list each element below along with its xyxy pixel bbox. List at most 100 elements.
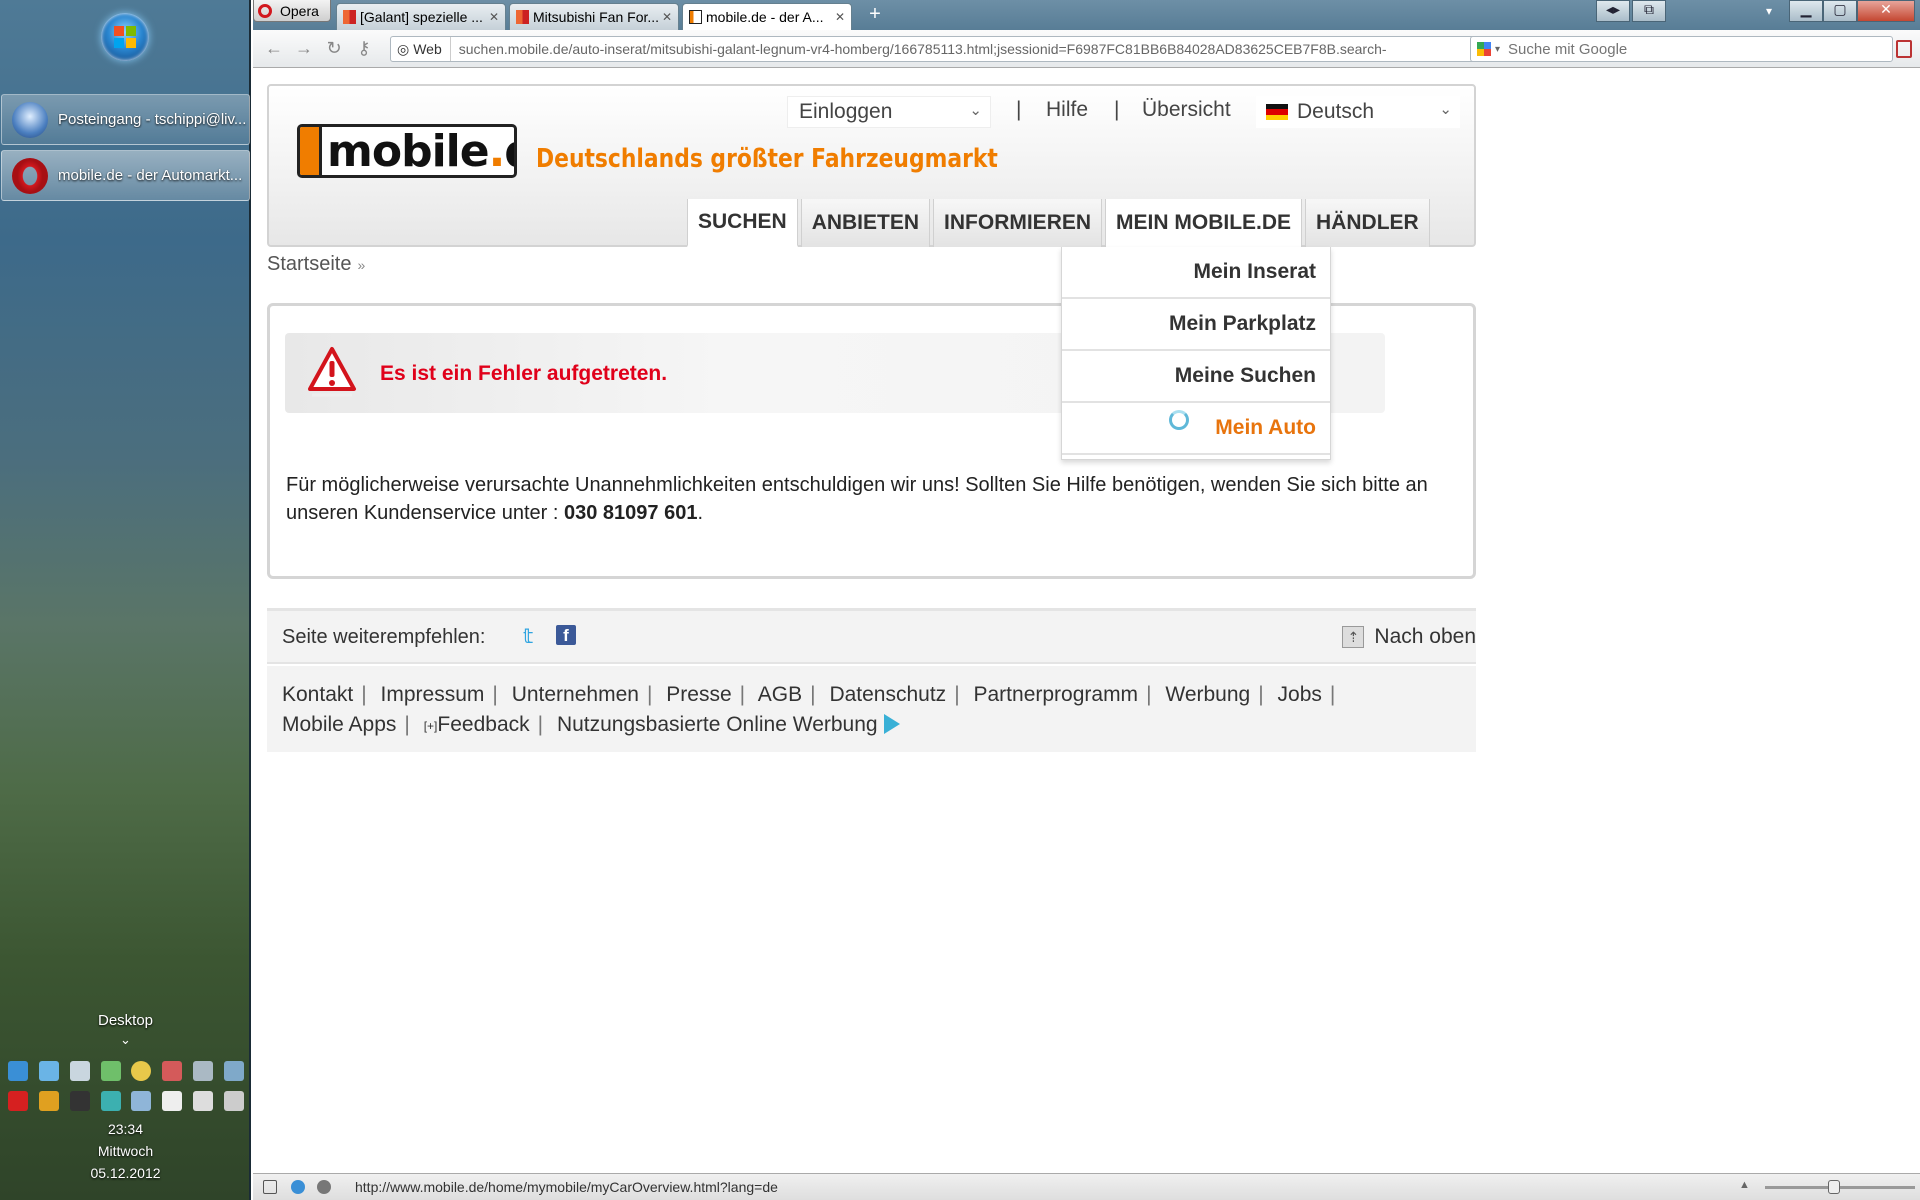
opera-unite-icon[interactable] xyxy=(291,1180,305,1194)
action-center-flag-icon[interactable] xyxy=(162,1091,183,1111)
nav-mein-mobile[interactable]: MEIN MOBILE.DE xyxy=(1105,199,1303,247)
footer-link-unternehmen[interactable]: Unternehmen xyxy=(512,683,639,706)
new-tab-button[interactable]: + xyxy=(863,3,887,26)
twitter-icon[interactable]: 𝕥 xyxy=(523,624,547,648)
tab-scroll-button[interactable]: ◂▸ xyxy=(1596,0,1630,22)
nav-suchen[interactable]: SUCHEN xyxy=(687,199,798,247)
error-message-text: Für möglicherweise verursachte Unannehml… xyxy=(286,474,1428,524)
desktop-label[interactable]: Desktop xyxy=(0,1012,251,1029)
moon-icon[interactable] xyxy=(131,1061,152,1081)
taskbar-item-opera[interactable]: mobile.de - der Automarkt... xyxy=(1,150,250,201)
footer-link-kontakt[interactable]: Kontakt xyxy=(282,683,353,706)
close-icon[interactable]: ✕ xyxy=(662,10,672,24)
separator: | xyxy=(1016,98,1022,121)
chevron-down-icon: ⌄ xyxy=(969,102,982,119)
tab-switcher-button[interactable]: ⧉ xyxy=(1632,0,1666,22)
german-flag-icon xyxy=(1266,104,1288,120)
footer-link-werbung[interactable]: Werbung xyxy=(1165,683,1250,706)
dropdown-mein-auto[interactable]: Mein Auto xyxy=(1062,403,1330,455)
footer-link-online-werbung[interactable]: Nutzungsbasierte Online Werbung xyxy=(557,713,878,736)
turbo-icon[interactable] xyxy=(317,1180,331,1194)
login-dropdown[interactable]: Einloggen ⌄ xyxy=(787,96,991,128)
update-icon[interactable] xyxy=(100,1061,121,1081)
sync-icon[interactable] xyxy=(38,1061,59,1081)
safely-remove-icon[interactable] xyxy=(193,1091,214,1111)
nav-informieren[interactable]: INFORMIEREN xyxy=(933,199,1103,247)
taskbar-item-thunderbird[interactable]: Posteingang - tschippi@liv... xyxy=(1,94,250,145)
tab-mitsubishi-forum[interactable]: Mitsubishi Fan For... ✕ xyxy=(509,3,679,30)
search-input[interactable] xyxy=(1500,40,1861,58)
footer-link-presse[interactable]: Presse xyxy=(666,683,731,706)
warning-icon xyxy=(308,347,356,397)
facebook-icon[interactable]: f xyxy=(556,625,576,645)
mobile-de-logo[interactable]: mobile.de xyxy=(297,124,517,178)
logo-tld: de xyxy=(504,127,514,175)
forward-arrow-icon[interactable]: → xyxy=(293,38,315,59)
network-icon[interactable] xyxy=(8,1061,28,1081)
nav-haendler[interactable]: HÄNDLER xyxy=(1305,199,1430,247)
close-icon[interactable]: ✕ xyxy=(835,10,845,24)
panel-toggle-icon[interactable] xyxy=(1896,40,1912,58)
footer-link-datenschutz[interactable]: Datenschutz xyxy=(829,683,946,706)
chevron-down-icon[interactable]: ⌄ xyxy=(0,1032,251,1048)
antivirus-icon[interactable] xyxy=(8,1091,28,1111)
nav-anbieten[interactable]: ANBIETEN xyxy=(800,199,931,247)
opera-logo-icon xyxy=(258,3,272,18)
help-link[interactable]: Hilfe xyxy=(1046,98,1088,122)
loading-spinner-icon xyxy=(1169,410,1189,430)
footer-link-impressum[interactable]: Impressum xyxy=(381,683,485,706)
globe-icon: ◎ xyxy=(397,40,410,57)
site-info-badge[interactable]: ◎ Web xyxy=(391,37,451,61)
back-arrow-icon[interactable]: ← xyxy=(263,38,285,59)
minimize-button[interactable]: ▁ xyxy=(1789,0,1823,22)
error-message: Für möglicherweise verursachte Unannehml… xyxy=(286,471,1474,527)
footer-link-partnerprogramm[interactable]: Partnerprogramm xyxy=(974,683,1139,706)
panel-icon[interactable] xyxy=(263,1180,277,1194)
zoom-slider[interactable] xyxy=(1765,1186,1915,1189)
breadcrumb-home-link[interactable]: Startseite xyxy=(267,253,351,275)
windows-logo-icon xyxy=(114,26,136,48)
footer-link-feedback[interactable]: Feedback xyxy=(437,713,529,736)
tab-galant[interactable]: [Galant] spezielle ... ✕ xyxy=(336,3,506,30)
dropdown-mein-inserat[interactable]: Mein Inserat xyxy=(1062,247,1330,299)
monitor-icon[interactable] xyxy=(69,1061,90,1081)
drive-icon[interactable] xyxy=(193,1061,214,1081)
chevron-up-icon[interactable]: ▲ xyxy=(1739,1179,1750,1191)
dropdown-mein-parkplatz[interactable]: Mein Parkplatz xyxy=(1062,299,1330,351)
forum-favicon-icon xyxy=(343,10,356,24)
footer-link-mobile-apps[interactable]: Mobile Apps xyxy=(282,713,396,736)
tab-title: mobile.de - der A... xyxy=(706,9,824,25)
dropdown-meine-suchen[interactable]: Meine Suchen xyxy=(1062,351,1330,403)
tab-title: Mitsubishi Fan For... xyxy=(533,9,658,25)
network-connection-icon[interactable] xyxy=(131,1091,152,1111)
tools-icon[interactable] xyxy=(162,1061,183,1081)
opera-menu-button[interactable]: Opera xyxy=(253,0,331,22)
tray-app-icon[interactable] xyxy=(69,1091,90,1111)
language-dropdown[interactable]: Deutsch ⌄ xyxy=(1256,96,1460,128)
key-icon[interactable]: ⚷ xyxy=(353,38,375,59)
zoom-slider-handle[interactable] xyxy=(1828,1180,1840,1194)
taskbar-clock[interactable]: 23:34 Mittwoch 05.12.2012 xyxy=(0,1118,251,1184)
footer-link-agb[interactable]: AGB xyxy=(758,683,802,706)
site-info-label: Web xyxy=(413,41,442,57)
search-field[interactable]: ▾ xyxy=(1470,36,1893,62)
power-icon[interactable] xyxy=(38,1091,59,1111)
display-icon[interactable] xyxy=(100,1091,121,1111)
error-title: Es ist ein Fehler aufgetreten. xyxy=(380,362,668,385)
tab-mobile-de[interactable]: mobile.de - der A... ✕ xyxy=(682,3,852,30)
maximize-button[interactable]: ▢ xyxy=(1823,0,1857,22)
close-window-button[interactable]: ✕ xyxy=(1857,0,1915,22)
computer-icon[interactable] xyxy=(223,1061,244,1081)
close-icon[interactable]: ✕ xyxy=(489,10,499,24)
thunderbird-icon xyxy=(12,101,48,138)
windows-start-button[interactable] xyxy=(101,13,149,61)
reload-icon[interactable]: ↻ xyxy=(323,38,345,59)
back-to-top-link[interactable]: ⇡ Nach oben xyxy=(1342,625,1476,649)
status-url: http://www.mobile.de/home/mymobile/myCar… xyxy=(355,1179,778,1195)
taskbar-item-label: Posteingang - tschippi@liv... xyxy=(58,111,247,128)
tab-menu-chevron-icon[interactable]: ▾ xyxy=(1766,4,1772,18)
footer-link-jobs[interactable]: Jobs xyxy=(1278,683,1322,706)
volume-icon[interactable] xyxy=(223,1091,244,1111)
overview-link[interactable]: Übersicht xyxy=(1142,98,1231,122)
adchoices-icon[interactable] xyxy=(883,714,900,734)
